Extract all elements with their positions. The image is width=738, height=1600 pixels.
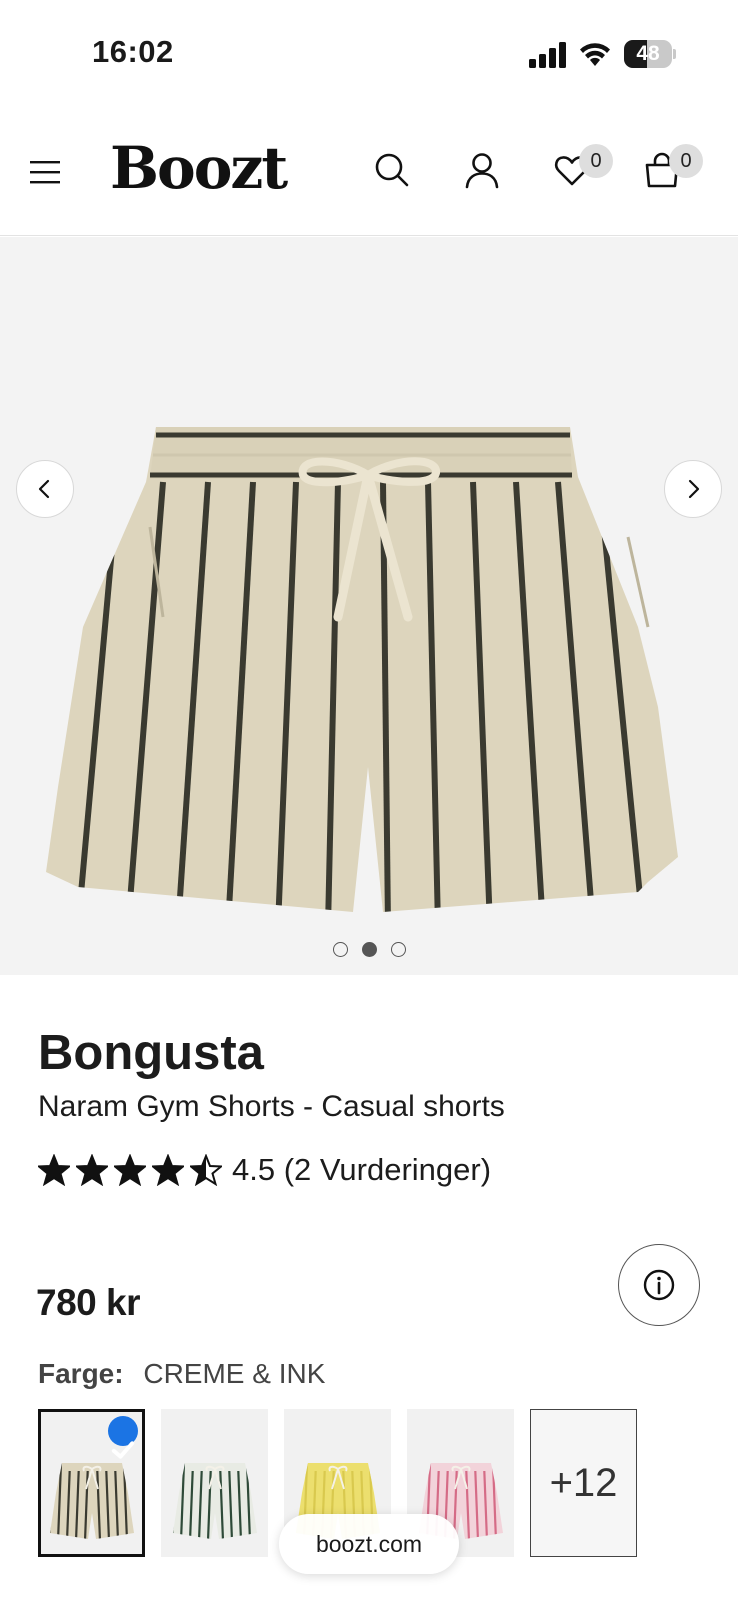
swatch-shorts-icon xyxy=(172,1463,257,1539)
pagination-dot[interactable] xyxy=(332,942,348,957)
battery-cap xyxy=(673,49,676,59)
boozt-logo[interactable]: Boozt xyxy=(110,134,288,202)
hamburger-menu-icon[interactable] xyxy=(30,158,62,186)
account-icon[interactable] xyxy=(462,150,502,190)
gallery-pagination xyxy=(0,942,738,957)
cart-count-badge: 0 xyxy=(669,144,703,178)
product-price: 780 kr xyxy=(36,1282,141,1323)
star-half-icon xyxy=(190,1154,222,1186)
chevron-right-icon xyxy=(688,479,700,499)
star-filled-icon xyxy=(114,1154,146,1186)
status-bar: 16:02 48 xyxy=(0,0,738,100)
battery-body: 48 xyxy=(624,40,672,68)
striped-shorts-image xyxy=(46,427,678,912)
color-swatch-green[interactable] xyxy=(161,1409,268,1557)
star-filled-icon xyxy=(38,1154,70,1186)
status-time: 16:02 xyxy=(92,34,174,69)
checkmark-icon xyxy=(108,1416,138,1459)
cellular-signal-icon xyxy=(529,42,566,68)
battery-icon: 48 xyxy=(624,40,676,68)
color-swatch-creme-ink[interactable] xyxy=(38,1409,145,1557)
site-header: Boozt 0 0 xyxy=(0,110,738,236)
product-brand[interactable]: Bongusta xyxy=(38,1025,264,1081)
pagination-dot[interactable] xyxy=(390,942,406,957)
product-rating[interactable]: 4.5 (2 Vurderinger) xyxy=(38,1150,491,1190)
wishlist-count-badge: 0 xyxy=(579,144,613,178)
rating-text: 4.5 (2 Vurderinger) xyxy=(232,1152,492,1187)
product-name: Naram Gym Shorts - Casual shorts xyxy=(38,1090,505,1123)
browser-url-bar[interactable]: boozt.com xyxy=(279,1514,459,1574)
previous-image-button[interactable] xyxy=(16,460,74,518)
info-icon xyxy=(643,1269,675,1301)
chevron-left-icon xyxy=(38,479,50,499)
next-image-button[interactable] xyxy=(664,460,722,518)
battery-level: 48 xyxy=(636,42,660,65)
wifi-icon xyxy=(580,43,610,66)
color-value: CREME & INK xyxy=(143,1358,326,1389)
star-filled-icon xyxy=(152,1154,184,1186)
pagination-dot[interactable] xyxy=(361,942,377,957)
more-colors-button[interactable]: +12 xyxy=(530,1409,637,1557)
selected-color: Farge: CREME & INK xyxy=(38,1358,325,1390)
color-label: Farge: xyxy=(38,1358,124,1389)
search-icon[interactable] xyxy=(372,150,412,190)
info-button[interactable] xyxy=(618,1244,700,1326)
rating-stars xyxy=(38,1154,222,1186)
star-filled-icon xyxy=(76,1154,108,1186)
product-image-gallery[interactable] xyxy=(0,237,738,975)
